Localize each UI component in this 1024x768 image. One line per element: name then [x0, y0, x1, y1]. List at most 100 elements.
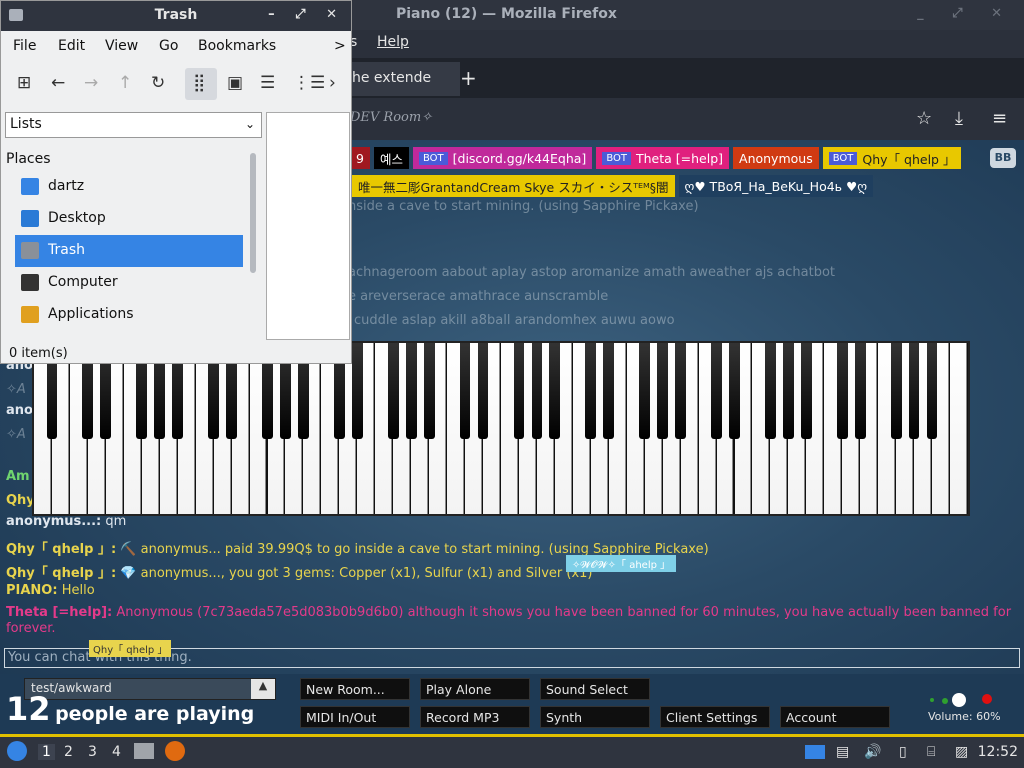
detailed-view-icon[interactable]: ⋮☰: [293, 73, 325, 93]
menu-file[interactable]: File: [13, 38, 36, 54]
update-icon[interactable]: ▨: [955, 744, 968, 760]
file-manager-launcher-icon[interactable]: [134, 743, 154, 759]
reload-icon[interactable]: ↻: [151, 73, 165, 93]
user-tag[interactable]: 唯一無二彫GrantandCream Skye スカイ・シスᵀᴱᴹ§闇: [352, 175, 675, 197]
workspace-2[interactable]: 2: [64, 744, 73, 760]
sidebar-toggle-button[interactable]: BB: [990, 148, 1016, 168]
chat-faded-line: achnageroom aabout aplay astop aromanize…: [348, 265, 836, 280]
synth-button[interactable]: Synth: [540, 706, 650, 728]
new-tab-icon[interactable]: ⊞: [17, 73, 31, 93]
black-key[interactable]: [351, 343, 363, 439]
player-count: 12 people are playing: [6, 690, 255, 728]
sound-select-button[interactable]: Sound Select: [540, 678, 650, 700]
black-key[interactable]: [459, 343, 471, 439]
network-icon[interactable]: ⌸: [927, 744, 935, 760]
place-computer[interactable]: Computer: [15, 267, 243, 299]
workspace-1[interactable]: 1: [38, 744, 55, 760]
black-key[interactable]: [405, 343, 417, 439]
volume-icon[interactable]: 🔊: [864, 744, 881, 760]
place-desktop[interactable]: Desktop: [15, 203, 243, 235]
black-key[interactable]: [531, 343, 543, 439]
black-key[interactable]: [765, 343, 776, 439]
black-key[interactable]: [477, 343, 489, 439]
user-name: Qhy「 qhelp 」: [862, 151, 956, 167]
black-key[interactable]: [836, 343, 848, 439]
start-menu-icon[interactable]: [7, 741, 27, 761]
black-key[interactable]: [926, 343, 938, 439]
thumbnail-view-icon[interactable]: ▣: [227, 73, 243, 93]
black-key[interactable]: [657, 343, 669, 439]
url-bar[interactable]: DEV Room✧: [350, 110, 432, 125]
menu-go[interactable]: Go: [159, 38, 178, 54]
black-key[interactable]: [711, 343, 722, 439]
clipboard-icon[interactable]: ▤: [836, 744, 849, 760]
place-home[interactable]: dartz: [15, 171, 243, 203]
user-tag[interactable]: BOT Qhy「 qhelp 」: [822, 147, 962, 169]
file-view-pane[interactable]: [266, 112, 350, 340]
black-key[interactable]: [513, 343, 525, 439]
black-key[interactable]: [729, 343, 740, 439]
user-tag[interactable]: BOT Theta [=help]: [596, 147, 730, 169]
piano-keyboard[interactable]: [32, 341, 970, 516]
black-key[interactable]: [423, 343, 435, 439]
black-key[interactable]: [387, 343, 399, 439]
new-tab-icon[interactable]: +: [460, 66, 477, 90]
black-key[interactable]: [854, 343, 866, 439]
downloads-icon[interactable]: ⤓: [955, 108, 963, 129]
window-icon[interactable]: [805, 745, 825, 759]
black-key[interactable]: [908, 343, 920, 439]
place-trash[interactable]: Trash: [15, 235, 243, 267]
window-controls[interactable]: _ ⤢ ✕: [917, 6, 1014, 21]
menu-view[interactable]: View: [105, 38, 138, 54]
file-manager-window-controls[interactable]: – ⤢ ✕: [268, 7, 345, 22]
black-key[interactable]: [585, 343, 597, 439]
active-tab[interactable]: he extende: [340, 62, 460, 96]
bookmark-star-icon[interactable]: ☆: [916, 108, 932, 129]
room-list-toggle-icon[interactable]: ▲: [251, 679, 275, 699]
black-key[interactable]: [890, 343, 902, 439]
bot-badge: BOT: [828, 151, 858, 165]
compact-view-icon[interactable]: ☰: [260, 73, 275, 93]
white-key[interactable]: [950, 343, 967, 514]
side-pane-select[interactable]: Lists ⌄: [5, 112, 262, 138]
workspace-4[interactable]: 4: [112, 744, 121, 760]
black-key[interactable]: [800, 343, 812, 439]
user-name: Anonymous: [739, 150, 813, 166]
user-tag[interactable]: 예스: [373, 147, 409, 169]
chat-message-ban: Theta [=help]: Anonymous (7c73aeda57e5d0…: [6, 605, 1012, 636]
black-key[interactable]: [639, 343, 651, 439]
trash-icon: [21, 242, 39, 259]
play-alone-button[interactable]: Play Alone: [420, 678, 530, 700]
midi-button[interactable]: MIDI In/Out: [300, 706, 410, 728]
black-key[interactable]: [675, 343, 686, 439]
place-applications[interactable]: Applications: [15, 299, 243, 331]
notes-icon[interactable]: ▯: [899, 744, 907, 760]
back-icon[interactable]: ←: [51, 73, 65, 93]
black-key[interactable]: [549, 343, 561, 439]
menu-icon[interactable]: ≡: [992, 108, 1007, 129]
user-tag[interactable]: ღ♥ TBoЯ_Ha_BeKu_Ho4ь ♥ღ: [678, 175, 874, 197]
user-name: ღ♥ TBoЯ_Ha_BeKu_Ho4ь ♥ღ: [684, 178, 868, 194]
chat-fragment: ano: [6, 403, 33, 418]
firefox-launcher-icon[interactable]: [165, 741, 185, 761]
forward-icon[interactable]: →: [84, 73, 98, 93]
icon-view-icon[interactable]: ⣿: [193, 73, 205, 93]
black-key[interactable]: [782, 343, 794, 439]
up-icon[interactable]: ↑: [118, 73, 132, 93]
menu-edit[interactable]: Edit: [58, 38, 85, 54]
workspace-3[interactable]: 3: [88, 744, 97, 760]
places-scrollbar[interactable]: [250, 153, 256, 273]
client-settings-button[interactable]: Client Settings: [660, 706, 770, 728]
account-button[interactable]: Account: [780, 706, 890, 728]
menu-bookmarks[interactable]: Bookmarks: [198, 38, 276, 54]
user-tag[interactable]: Anonymous: [733, 147, 819, 169]
new-room-button[interactable]: New Room...: [300, 678, 410, 700]
user-tag[interactable]: 9: [350, 147, 370, 169]
menu-overflow-icon[interactable]: >: [334, 38, 346, 54]
toolbar-overflow-icon[interactable]: ›: [329, 73, 336, 93]
menu-help[interactable]: Help: [377, 34, 409, 50]
volume-slider[interactable]: [930, 693, 992, 707]
user-tag[interactable]: BOT [discord.gg/k44Eqha]: [412, 147, 593, 169]
black-key[interactable]: [603, 343, 615, 439]
record-mp3-button[interactable]: Record MP3: [420, 706, 530, 728]
